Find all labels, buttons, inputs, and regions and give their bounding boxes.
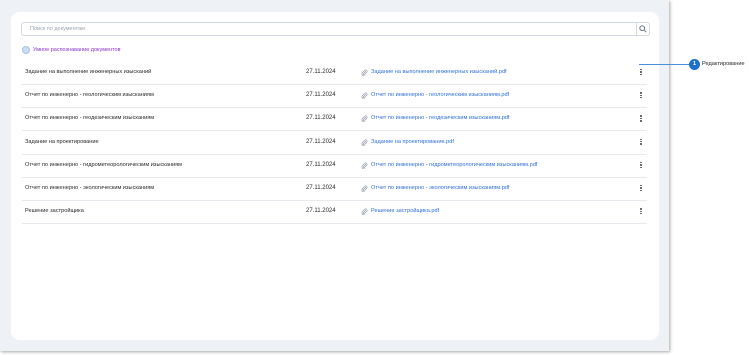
document-file-link[interactable]: Задание на выполнение инженерных изыскан… xyxy=(371,61,507,84)
search-placeholder: Поиск по документам xyxy=(30,26,85,32)
document-date: 27.11.2024 xyxy=(306,161,336,168)
search-button[interactable] xyxy=(636,23,649,35)
paperclip-icon xyxy=(361,92,368,100)
paperclip-icon xyxy=(361,208,368,216)
table-row: Отчет по инженерно - экологическим изыск… xyxy=(22,177,647,201)
table-row: Отчет по инженерно - геодезическим изыск… xyxy=(22,107,647,132)
document-file-link[interactable]: Отчет по инженерно - геологическим изыск… xyxy=(371,84,509,107)
smart-recognition-label: Умное распознавание документов xyxy=(33,46,121,53)
document-name: Отчет по инженерно - геодезическим изыск… xyxy=(25,115,155,122)
paperclip-icon xyxy=(361,69,368,76)
document-date: 27.11.2024 xyxy=(306,115,336,122)
circle-icon xyxy=(22,45,30,54)
document-file-link[interactable]: Отчет по инженерно - экологическим изыск… xyxy=(371,177,509,200)
search-icon xyxy=(639,25,647,33)
paperclip-icon xyxy=(361,185,368,192)
more-vertical-icon[interactable] xyxy=(638,185,644,193)
more-vertical-icon[interactable] xyxy=(638,69,644,77)
document-date: 27.11.2024 xyxy=(306,69,336,75)
more-vertical-icon[interactable] xyxy=(638,92,644,100)
paperclip-icon xyxy=(361,162,368,169)
callout-badge: 1 xyxy=(689,59,700,70)
more-vertical-icon[interactable] xyxy=(638,161,644,170)
document-name: Задание на выполнение инженерных изыскан… xyxy=(25,69,152,75)
paperclip-icon xyxy=(361,139,368,146)
document-date: 27.11.2024 xyxy=(306,185,336,191)
callout-label: Редактирование xyxy=(702,61,745,67)
document-file-link[interactable]: Задание на проектирование.pdf xyxy=(371,131,454,154)
document-name: Решение застройщика xyxy=(25,208,84,215)
more-vertical-icon[interactable] xyxy=(638,138,644,147)
document-date: 27.11.2024 xyxy=(306,208,336,215)
document-file-link[interactable]: Решение застройщика.pdf xyxy=(371,200,439,223)
table-row: Решение застройщика 27.11.2024 Решение зас… xyxy=(22,200,647,225)
table-row: Задание на выполнение инженерных изыскан… xyxy=(22,61,647,85)
document-file-link[interactable]: Отчет по инженерно - геодезическим изыск… xyxy=(371,107,509,130)
table-row: Задание на проектирование 27.11.2024 Задан… xyxy=(22,131,647,155)
paperclip-icon xyxy=(361,115,368,123)
document-name: Задание на проектирование xyxy=(25,138,99,145)
smart-recognition-button[interactable]: Умное распознавание документов xyxy=(22,45,121,54)
document-name: Отчет по инженерно - геологическим изыск… xyxy=(25,92,154,99)
table-row: Отчет по инженерно - гидрометеорологичес… xyxy=(22,154,647,178)
document-name: Отчет по инженерно - гидрометеорологичес… xyxy=(25,161,183,168)
more-vertical-icon[interactable] xyxy=(638,208,644,216)
callout-line xyxy=(639,64,689,65)
document-name: Отчет по инженерно - экологическим изыск… xyxy=(25,185,155,191)
more-vertical-icon[interactable] xyxy=(638,115,644,123)
table-row: Отчет по инженерно - геологическим изыск… xyxy=(22,84,647,109)
document-date: 27.11.2024 xyxy=(306,138,336,145)
document-date: 27.11.2024 xyxy=(306,92,336,99)
document-file-link[interactable]: Отчет по инженерно - гидрометеорологичес… xyxy=(371,154,537,177)
search-input[interactable]: Поиск по документам xyxy=(21,22,650,36)
app-window: Поиск по документам Умное распознавание … xyxy=(0,0,669,351)
